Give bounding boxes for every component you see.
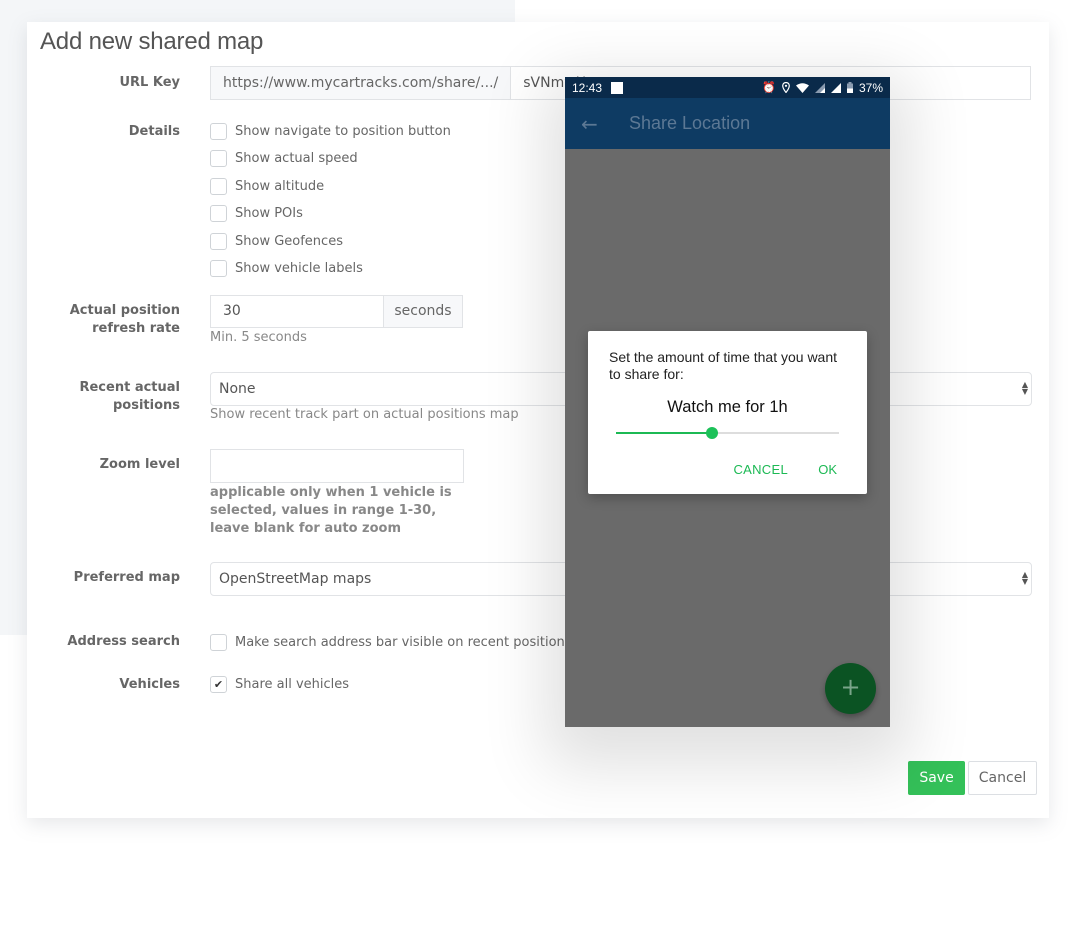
- checkbox-label: Share all vehicles: [235, 677, 350, 692]
- dialog-message: Set the amount of time that you want to …: [609, 349, 838, 382]
- checkbox-show-vehicle-labels[interactable]: Show vehicle labels: [210, 260, 363, 277]
- checkmark-icon: ✔: [213, 678, 224, 691]
- checkbox-address-search[interactable]: Make search address bar visible on recen…: [210, 634, 605, 651]
- battery-percent: 37%: [858, 80, 883, 95]
- location-icon: [782, 82, 790, 93]
- checkbox-checked[interactable]: ✔: [210, 676, 227, 693]
- wifi-icon: [795, 82, 809, 93]
- arrow-back-icon[interactable]: ←: [581, 112, 629, 136]
- checkbox[interactable]: [210, 634, 227, 651]
- checkbox[interactable]: [210, 123, 227, 140]
- label-line: positions: [112, 398, 180, 413]
- cancel-button[interactable]: Cancel: [968, 761, 1037, 795]
- checkbox-share-all-vehicles[interactable]: ✔ Share all vehicles: [210, 676, 349, 693]
- plus-icon: +: [840, 673, 861, 701]
- label-line: refresh rate: [92, 321, 180, 336]
- vehicles-label: Vehicles: [119, 677, 180, 692]
- address-search-label: Address search: [67, 634, 180, 649]
- recent-positions-label: Recent actual positions: [79, 379, 180, 415]
- checkbox-label: Show POIs: [235, 206, 303, 221]
- checkbox[interactable]: [210, 178, 227, 195]
- refresh-rate-label: Actual position refresh rate: [70, 302, 180, 338]
- zoom-level-help: applicable only when 1 vehicle is select…: [210, 485, 452, 536]
- battery-icon: [846, 82, 853, 93]
- label-line: Actual position: [69, 303, 180, 318]
- checkbox[interactable]: [210, 150, 227, 167]
- shared-map-form: Add new shared map URL Key https://www.m…: [27, 22, 1049, 818]
- duration-slider[interactable]: [616, 427, 839, 439]
- status-time: 12:43: [572, 80, 603, 95]
- dialog-ok-button[interactable]: OK: [818, 462, 837, 477]
- checkbox-label: Show Geofences: [235, 234, 343, 249]
- app-bar: ← Share Location: [565, 98, 890, 149]
- signal-icon: [814, 82, 825, 93]
- app-title: Share Location: [629, 113, 751, 133]
- zoom-level-label: Zoom level: [99, 457, 180, 472]
- url-key-label: URL Key: [119, 75, 180, 90]
- select-value: OpenStreetMap maps: [219, 571, 372, 587]
- preferred-map-label: Preferred map: [73, 570, 180, 585]
- refresh-rate-help: Min. 5 seconds: [210, 330, 307, 345]
- checkbox-label: Show actual speed: [235, 151, 358, 166]
- checkbox-label: Show altitude: [235, 179, 325, 194]
- select-value: None: [219, 381, 256, 397]
- checkbox-label: Show vehicle labels: [235, 261, 363, 276]
- url-prefix: https://www.mycartracks.com/share/.../: [211, 67, 512, 99]
- checkbox-show-geofences[interactable]: Show Geofences: [210, 233, 343, 250]
- checkbox-show-speed[interactable]: Show actual speed: [210, 150, 358, 167]
- slider-fill: [616, 432, 712, 434]
- alarm-icon: ⏰: [762, 82, 776, 94]
- refresh-rate-input[interactable]: 30: [210, 295, 384, 328]
- slider-thumb[interactable]: [705, 427, 718, 439]
- add-fab-button[interactable]: +: [825, 663, 876, 714]
- zoom-level-input[interactable]: [210, 449, 464, 483]
- checkbox[interactable]: [210, 260, 227, 277]
- signal-icon: [830, 82, 841, 93]
- label-line: Recent actual: [79, 380, 180, 395]
- checkbox-label: Make search address bar visible on recen…: [235, 635, 605, 650]
- checkbox-show-pois[interactable]: Show POIs: [210, 205, 303, 222]
- checkbox[interactable]: [210, 205, 227, 222]
- checkbox-show-navigate[interactable]: Show navigate to position button: [210, 123, 451, 140]
- select-arrows-icon: ▲ ▼: [1021, 570, 1028, 586]
- save-button[interactable]: Save: [908, 761, 965, 795]
- dialog-cancel-button[interactable]: CANCEL: [733, 462, 788, 477]
- status-bar: 12:43 ⏰ 37%: [565, 77, 890, 98]
- notification-icon: [611, 81, 624, 94]
- checkbox-show-altitude[interactable]: Show altitude: [210, 178, 324, 195]
- share-duration-dialog: Set the amount of time that you want to …: [588, 331, 867, 494]
- phone-screenshot: 12:43 ⏰ 37% ← Share Location Set the amo…: [565, 77, 890, 727]
- page-title: Add new shared map: [40, 28, 264, 55]
- checkbox[interactable]: [210, 233, 227, 250]
- seconds-addon: seconds: [384, 295, 463, 328]
- details-label: Details: [128, 124, 180, 139]
- duration-value: Watch me for 1h: [667, 398, 788, 416]
- checkbox-label: Show navigate to position button: [235, 124, 451, 139]
- select-arrows-icon: ▲ ▼: [1021, 380, 1028, 396]
- recent-positions-help: Show recent track part on actual positio…: [210, 407, 519, 422]
